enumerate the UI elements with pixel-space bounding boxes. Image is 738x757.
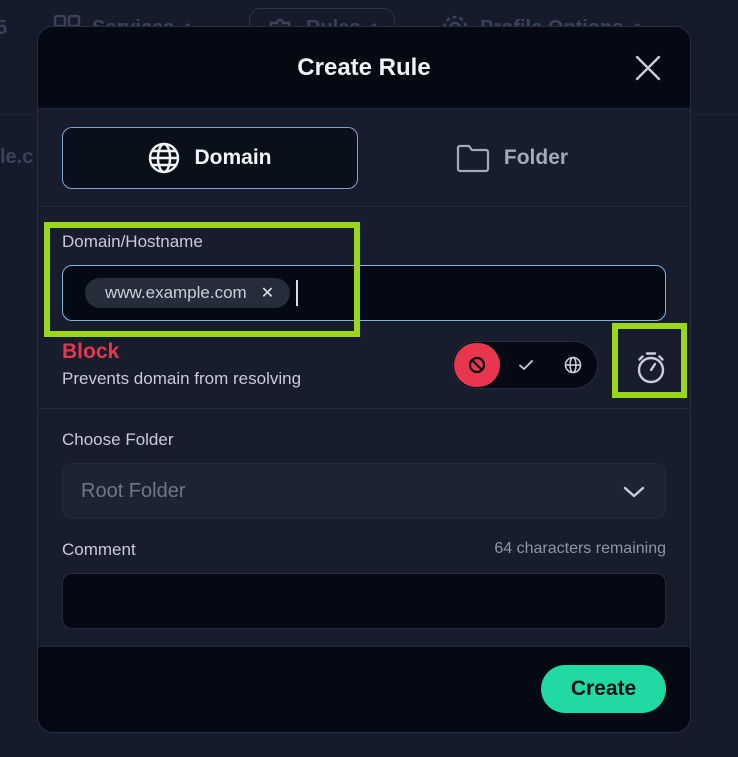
create-rule-modal: Create Rule Domain Folder Domain/Hostnam…	[37, 26, 691, 733]
folder-type-label: Folder	[503, 146, 569, 169]
folder-select-value: Root Folder	[81, 479, 186, 502]
modal-title: Create Rule	[297, 53, 431, 81]
action-description: Prevents domain from resolving	[62, 369, 302, 388]
background-count-fragment: 5	[0, 16, 8, 39]
globe-icon	[564, 356, 582, 374]
domain-field-label: Domain/Hostname	[62, 232, 203, 251]
schedule-timer-button[interactable]	[629, 346, 673, 390]
globe-icon	[149, 142, 180, 174]
comment-input[interactable]	[62, 573, 666, 629]
rule-type-selector: Domain Folder	[38, 109, 690, 207]
modal-footer: Create	[38, 646, 690, 732]
action-title: Block	[62, 340, 120, 363]
background-text-fragment: le.c	[0, 146, 34, 168]
folder-field-label: Choose Folder	[62, 430, 174, 449]
redirect-action-button[interactable]	[550, 343, 596, 387]
block-action-button[interactable]	[454, 343, 500, 387]
folder-icon	[456, 144, 490, 173]
text-cursor	[296, 280, 299, 306]
create-button[interactable]: Create	[541, 665, 666, 713]
allow-action-button[interactable]	[503, 343, 549, 387]
domain-chip-label: www.example.com	[105, 283, 247, 302]
modal-header: Create Rule	[38, 27, 690, 109]
close-button[interactable]	[634, 54, 662, 82]
check-icon	[519, 360, 533, 370]
stopwatch-icon	[637, 352, 665, 384]
chevron-down-icon	[623, 486, 645, 498]
block-icon	[468, 356, 486, 374]
folder-type-button[interactable]: Folder	[358, 127, 666, 189]
comment-characters-remaining: 64 characters remaining	[494, 540, 666, 557]
action-toggle	[452, 341, 598, 389]
domain-chip: www.example.com ✕	[85, 278, 291, 308]
comment-field-label: Comment	[62, 540, 136, 559]
domain-input[interactable]: www.example.com ✕	[62, 265, 666, 321]
domain-type-label: Domain	[194, 146, 272, 169]
domain-type-button[interactable]: Domain	[62, 127, 358, 189]
folder-select[interactable]: Root Folder	[62, 463, 666, 519]
section-divider	[38, 408, 690, 409]
close-icon	[635, 55, 661, 81]
remove-chip-icon[interactable]: ✕	[261, 283, 274, 303]
